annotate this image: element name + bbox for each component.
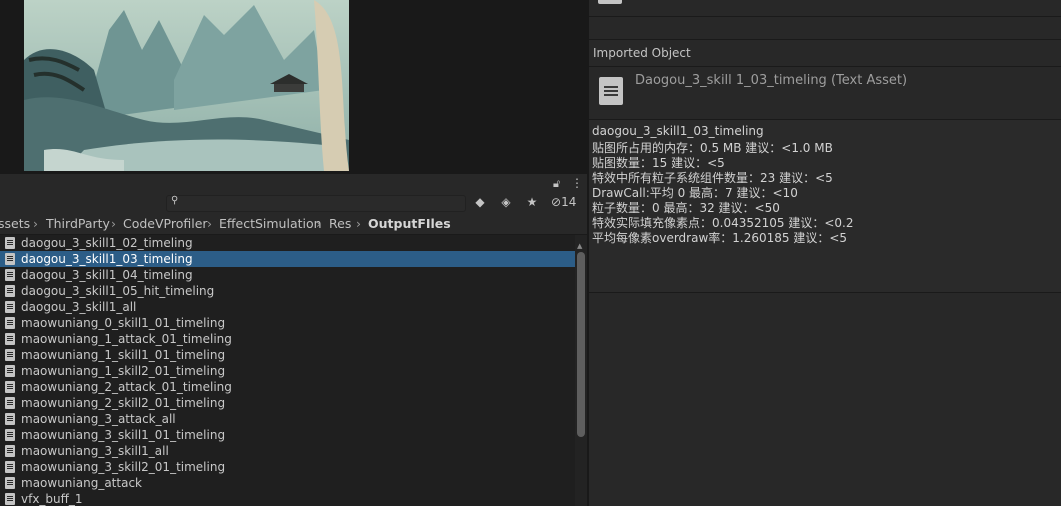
- text-asset-icon: [5, 253, 15, 265]
- search-input[interactable]: ⚲: [166, 195, 466, 212]
- hidden-packages-toggle[interactable]: ⊘14: [551, 195, 576, 209]
- text-line: 平均每像素overdraw率：1.260185 建议：<5: [592, 231, 848, 245]
- text-asset-content: daogou_3_skill1_03_timeling 贴图所占用的内存：0.5…: [589, 119, 1061, 293]
- project-header: 🔓︎ ⋮: [0, 174, 587, 193]
- eye-hidden-icon: ⊘: [551, 195, 562, 209]
- text-asset-icon: [5, 461, 15, 473]
- menu-icon[interactable]: ⋮: [571, 176, 583, 190]
- list-item[interactable]: maowuniang_3_attack_all: [0, 411, 575, 427]
- list-item[interactable]: maowuniang_attack: [0, 475, 575, 491]
- divider: [589, 16, 1061, 17]
- text-asset-icon: [5, 333, 15, 345]
- list-item-selected[interactable]: daogou_3_skill1_03_timeling: [0, 251, 575, 267]
- text-asset-icon: [5, 381, 15, 393]
- text-asset-icon: [5, 285, 15, 297]
- breadcrumb-codevprofiler[interactable]: CodeVProfiler: [123, 214, 208, 234]
- left-pane: 🔓︎ ⋮ ⚲ ◆ ◈ ★ ⊘14 ssets › ThirdParty › Co…: [0, 0, 587, 506]
- text-asset-icon: [5, 413, 15, 425]
- breadcrumb-separator: ›: [207, 216, 212, 231]
- inspector-panel: Imported Object Daogou_3_skill 1_03_time…: [589, 0, 1061, 506]
- breadcrumb-assets[interactable]: ssets: [0, 214, 30, 234]
- list-item[interactable]: maowuniang_2_skill2_01_timeling: [0, 395, 575, 411]
- list-item[interactable]: daogou_3_skill1_05_hit_timeling: [0, 283, 575, 299]
- list-item[interactable]: maowuniang_3_skill2_01_timeling: [0, 459, 575, 475]
- breadcrumb: ssets › ThirdParty › CodeVProfiler › Eff…: [0, 214, 587, 235]
- asset-icon: [598, 0, 622, 4]
- breadcrumb-thirdparty[interactable]: ThirdParty: [46, 214, 110, 234]
- scene-view[interactable]: [0, 0, 587, 172]
- text-line: daogou_3_skill1_03_timeling: [592, 124, 764, 138]
- list-item[interactable]: daogou_3_skill1_all: [0, 299, 575, 315]
- divider: [589, 66, 1061, 67]
- file-list: daogou_3_skill1_02_timeling daogou_3_ski…: [0, 235, 575, 506]
- text-asset-icon: [5, 477, 15, 489]
- label-icon[interactable]: ◈: [496, 194, 516, 211]
- text-asset-icon: [5, 237, 15, 249]
- text-asset-icon: [599, 77, 623, 105]
- list-item[interactable]: maowuniang_1_skill1_01_timeling: [0, 347, 575, 363]
- breadcrumb-separator: ›: [356, 216, 361, 231]
- divider: [589, 39, 1061, 40]
- list-item[interactable]: maowuniang_1_attack_01_timeling: [0, 331, 575, 347]
- scroll-up-arrow-icon[interactable]: ▲: [577, 242, 582, 250]
- list-item[interactable]: daogou_3_skill1_02_timeling: [0, 235, 575, 251]
- text-asset-icon: [5, 365, 15, 377]
- lock-icon[interactable]: 🔓︎: [553, 177, 560, 191]
- text-asset-icon: [5, 301, 15, 313]
- list-item[interactable]: daogou_3_skill1_04_timeling: [0, 267, 575, 283]
- breadcrumb-res[interactable]: Res: [329, 214, 351, 234]
- filter-type-icon[interactable]: ◆: [470, 194, 490, 211]
- text-asset-icon: [5, 349, 15, 361]
- project-toolbar: ⚲ ◆ ◈ ★ ⊘14: [0, 192, 587, 215]
- list-item[interactable]: maowuniang_1_skill2_01_timeling: [0, 363, 575, 379]
- section-title: Imported Object: [593, 46, 691, 60]
- list-item[interactable]: maowuniang_2_attack_01_timeling: [0, 379, 575, 395]
- text-asset-icon: [5, 493, 15, 505]
- text-asset-icon: [5, 317, 15, 329]
- object-title: Daogou_3_skill 1_03_timeling (Text Asset…: [635, 73, 908, 88]
- file-list-scrollbar[interactable]: ▲: [575, 235, 587, 506]
- breadcrumb-separator: ›: [316, 216, 321, 231]
- search-icon: ⚲: [171, 195, 179, 206]
- list-item[interactable]: maowuniang_0_skill1_01_timeling: [0, 315, 575, 331]
- list-item[interactable]: maowuniang_3_skill1_01_timeling: [0, 427, 575, 443]
- text-asset-icon: [5, 397, 15, 409]
- breadcrumb-separator: ›: [111, 216, 116, 231]
- breadcrumb-effectsimulation[interactable]: EffectSimulation: [219, 214, 322, 234]
- list-item[interactable]: vfx_buff_1: [0, 491, 575, 506]
- scene-preview-image: [24, 0, 349, 171]
- favorite-icon[interactable]: ★: [522, 194, 542, 211]
- breadcrumb-separator: ›: [33, 216, 38, 231]
- text-asset-icon: [5, 429, 15, 441]
- breadcrumb-current[interactable]: OutputFIles: [368, 214, 451, 234]
- scroll-thumb[interactable]: [577, 252, 585, 437]
- hidden-count: 14: [561, 195, 577, 209]
- text-asset-icon: [5, 269, 15, 281]
- list-item[interactable]: maowuniang_3_skill1_all: [0, 443, 575, 459]
- text-asset-icon: [5, 445, 15, 457]
